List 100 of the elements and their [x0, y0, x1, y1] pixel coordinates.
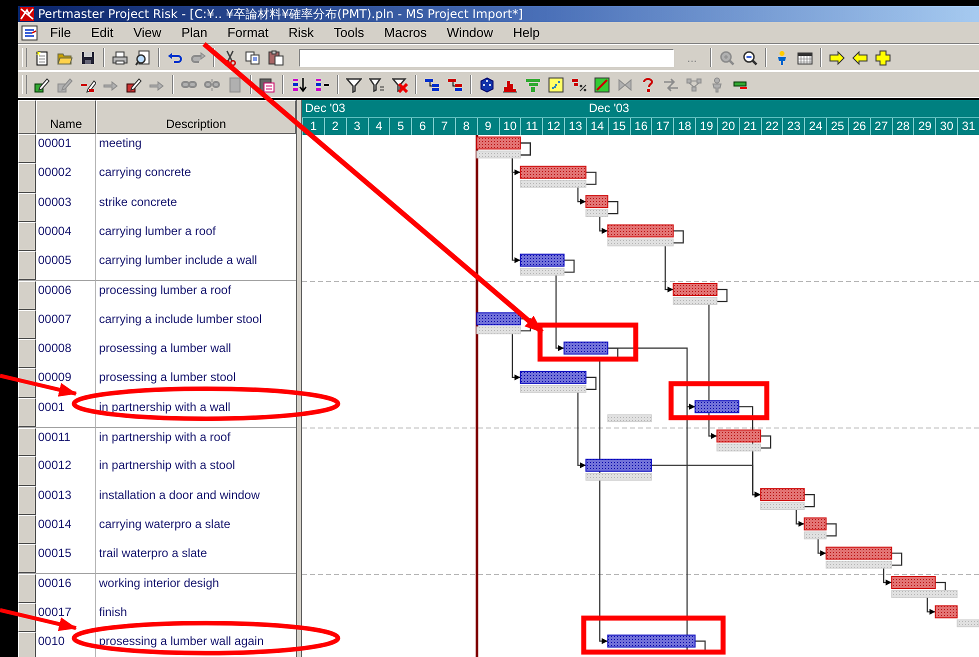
row-selector[interactable]	[18, 251, 36, 280]
menu-item[interactable]: Risk	[278, 25, 324, 40]
task-bar[interactable]	[760, 488, 805, 502]
menu-item[interactable]: View	[123, 25, 172, 40]
gantt-icon[interactable]	[447, 76, 463, 92]
row-selector[interactable]	[18, 514, 36, 544]
menu-item[interactable]: Tools	[324, 25, 374, 40]
menu-item[interactable]: File	[40, 25, 81, 40]
pane-splitter[interactable]	[296, 100, 302, 657]
table-cell: 00004	[36, 222, 96, 252]
row-selector[interactable]	[18, 632, 36, 657]
task-bar[interactable]	[607, 224, 674, 238]
task-bar[interactable]	[934, 605, 958, 618]
task-bar[interactable]	[520, 370, 586, 384]
row-selector[interactable]	[18, 192, 36, 222]
task-bar[interactable]	[607, 634, 696, 648]
arrow-left-icon[interactable]	[852, 50, 868, 66]
task-bar[interactable]	[564, 342, 608, 355]
sort-icon[interactable]	[314, 76, 330, 92]
task-bar[interactable]	[476, 312, 521, 326]
copy-icon[interactable]	[245, 50, 261, 66]
row-selector[interactable]	[18, 281, 36, 310]
printer-icon[interactable]	[112, 50, 128, 66]
row-selector[interactable]	[18, 486, 36, 515]
calendar-icon[interactable]	[797, 50, 814, 66]
task-bar[interactable]	[585, 458, 652, 472]
table-cell: 00015	[36, 544, 96, 574]
floppy-icon[interactable]	[80, 50, 96, 66]
baseline-bar	[586, 472, 652, 481]
column-header[interactable]: Name	[36, 100, 96, 134]
table-cell: 00003	[36, 192, 96, 222]
magnifier-page-icon[interactable]	[135, 50, 151, 66]
menu-item[interactable]: Window	[436, 25, 504, 40]
table-cell-text: processing lumber a roof	[98, 282, 232, 300]
clipboard-icon[interactable]	[268, 50, 284, 66]
funnel-icon[interactable]	[369, 76, 385, 92]
baseline-bar	[956, 619, 979, 628]
funnel-cross-icon[interactable]	[392, 76, 408, 92]
baseline-bar	[476, 150, 521, 158]
row-selector[interactable]	[18, 456, 36, 486]
input-field[interactable]	[299, 48, 674, 66]
page-icon[interactable]	[34, 50, 50, 66]
task-pencil-icon[interactable]	[126, 76, 142, 92]
row-selector[interactable]	[18, 398, 36, 427]
table-cell: 00011	[36, 428, 96, 456]
menu-item[interactable]: Help	[503, 25, 550, 40]
arrow-right-icon[interactable]	[829, 50, 846, 66]
task-bar[interactable]	[694, 400, 740, 414]
menu-item[interactable]: Macros	[374, 25, 437, 40]
scatter-chart-icon[interactable]	[594, 76, 610, 92]
dependency-arrow	[599, 201, 618, 234]
row-selector[interactable]	[18, 544, 36, 574]
row-selector[interactable]	[18, 574, 36, 603]
table-cell-text: carrying concrete	[98, 164, 192, 182]
task-bar[interactable]	[585, 195, 608, 208]
task-bar[interactable]	[520, 254, 565, 267]
row-selector[interactable]	[18, 339, 36, 368]
percent-bars-icon[interactable]	[571, 76, 587, 92]
scatter-chart-icon[interactable]	[548, 76, 564, 92]
column-header[interactable]: Description	[96, 100, 296, 134]
sort-icon[interactable]	[291, 76, 307, 92]
table-cell-text: prosessing a lumber wall again	[98, 633, 265, 650]
task-bar[interactable]	[804, 517, 827, 530]
dependency-arrow	[664, 230, 684, 292]
table-cell-text: trail waterpro a slate	[98, 545, 208, 562]
question-icon[interactable]	[640, 76, 656, 92]
baseline-bar	[607, 238, 674, 246]
row-selector[interactable]	[18, 310, 36, 340]
table-cell-text: meeting	[98, 135, 143, 152]
table-cell: 00017	[36, 602, 96, 632]
row-selector[interactable]	[18, 428, 36, 456]
table-cell: 00001	[36, 134, 96, 164]
menu-item[interactable]: Format	[217, 25, 279, 40]
table-cell-text: in partnership with a roof	[98, 428, 232, 446]
task-pencil-icon[interactable]	[34, 76, 50, 92]
cube-icon[interactable]	[479, 76, 495, 92]
row-selector[interactable]	[18, 222, 36, 252]
menu-item[interactable]: Plan	[171, 25, 218, 40]
baseline-bar	[586, 209, 608, 217]
table-cell: 0010	[36, 632, 96, 657]
row-selector[interactable]	[18, 134, 36, 164]
month-label: Dec '03	[304, 100, 346, 117]
zoom-out-icon[interactable]	[742, 50, 758, 66]
baseline-bar	[476, 326, 521, 334]
table-cell-text: carrying lumber a roof	[98, 222, 217, 240]
clipboard-icon[interactable]	[259, 76, 275, 92]
baseline-bar	[891, 590, 958, 598]
baseline-bar	[672, 297, 718, 305]
corner-header	[18, 100, 36, 134]
table-cell: 00014	[36, 514, 96, 544]
menu-item[interactable]: Edit	[80, 25, 124, 40]
table-cell: 00007	[36, 310, 96, 340]
baseline-bar	[760, 502, 805, 510]
table-cell-text: carrying lumber include a wall	[98, 252, 258, 270]
plus-icon[interactable]	[875, 50, 892, 66]
document-icon[interactable]	[21, 24, 39, 40]
window-title: Pertmaster Project Risk - [C:¥.. ¥卒論材料¥確率分布(PMT).pln - MS Project Import*]	[38, 6, 523, 22]
row-selector[interactable]	[18, 163, 36, 193]
gantt-icon[interactable]	[424, 76, 440, 92]
funnel-icon[interactable]	[346, 76, 362, 92]
